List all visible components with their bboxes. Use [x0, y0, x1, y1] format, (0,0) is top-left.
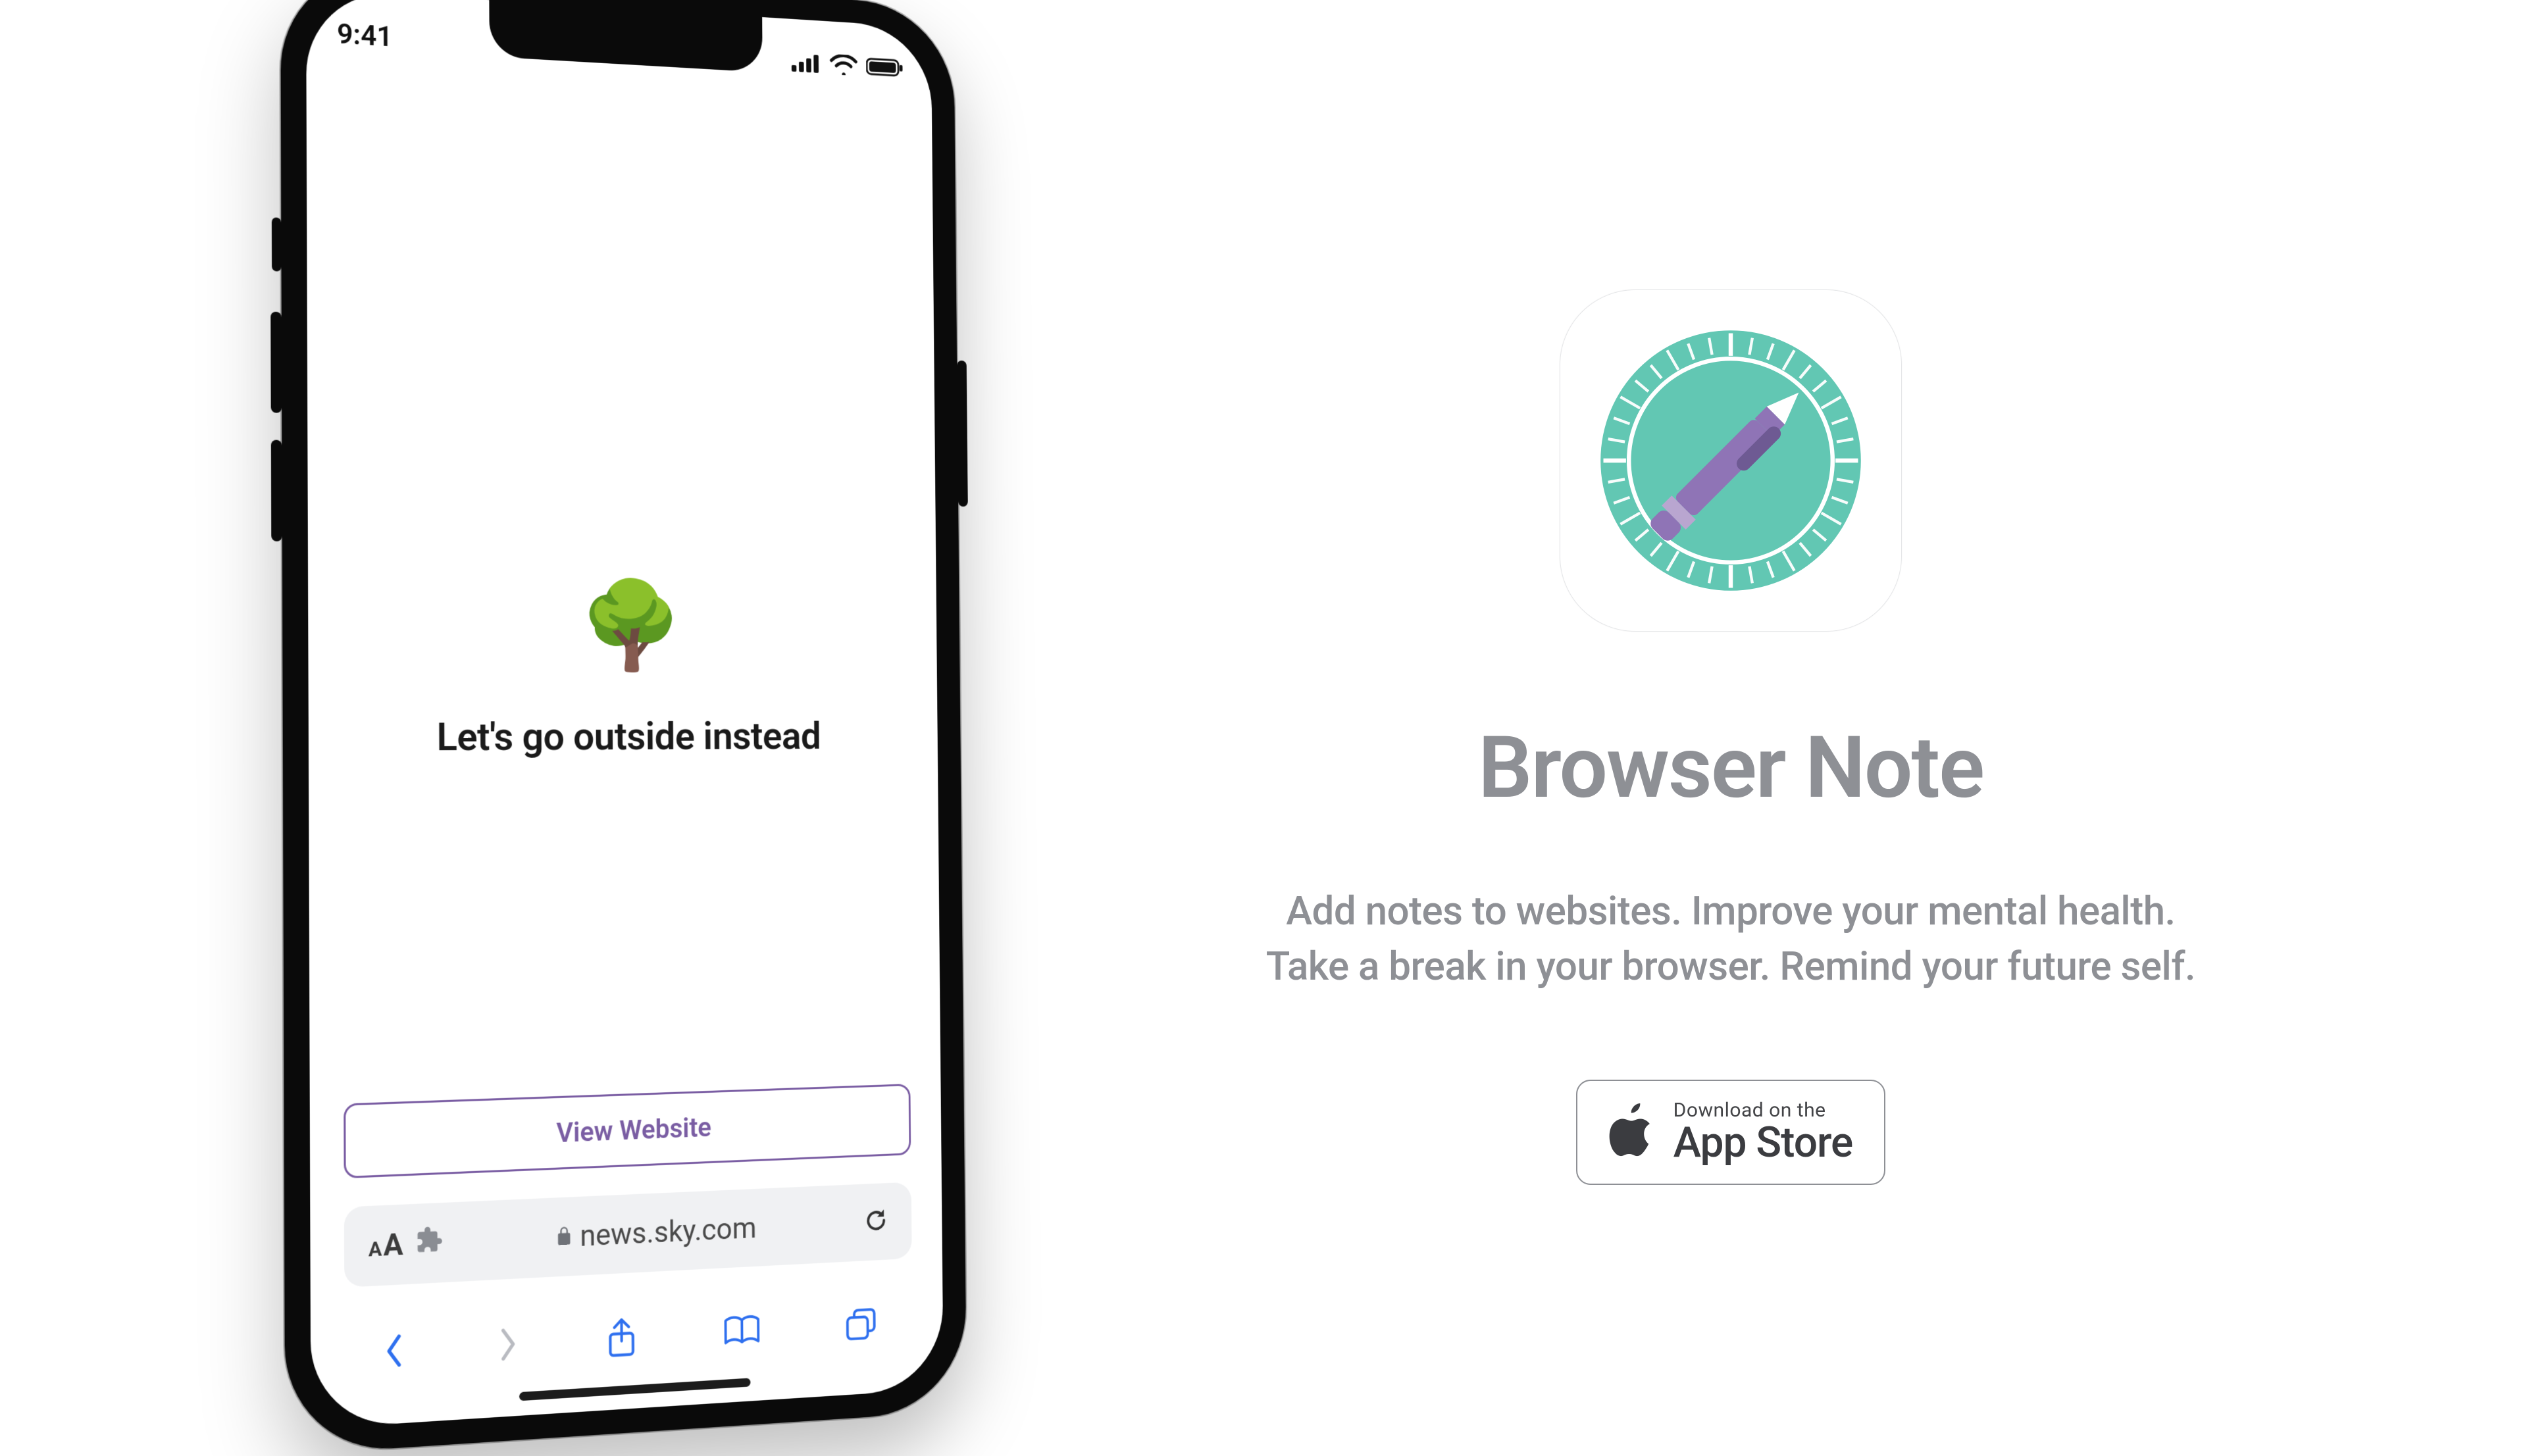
phone-body: 9:41 — [280, 0, 967, 1455]
tagline-line-2: Take a break in your browser. Remind you… — [1266, 939, 2195, 994]
app-icon — [1560, 289, 1902, 632]
note-area: 🌳 Let's go outside instead View Website — [306, 68, 941, 1196]
page-root: 9:41 — [0, 0, 2527, 1421]
phone-mockup: 9:41 — [280, 0, 967, 1455]
wifi-icon — [830, 54, 858, 76]
forward-icon — [494, 1324, 519, 1366]
volume-down-button — [271, 439, 282, 541]
page-content: 🌳 Let's go outside instead View Website … — [306, 68, 943, 1428]
status-time: 9:41 — [337, 18, 393, 54]
app-store-text: Download on the App Store — [1673, 1100, 1853, 1165]
marketing-column: Browser Note Add notes to websites. Impr… — [1237, 289, 2224, 1185]
extensions-icon[interactable] — [415, 1225, 444, 1261]
safari-chrome: AA news.sky.com — [310, 1169, 944, 1429]
address-bar[interactable]: AA news.sky.com — [344, 1182, 912, 1288]
volume-up-button — [270, 312, 282, 413]
cellular-icon — [792, 52, 821, 73]
home-indicator[interactable] — [519, 1378, 750, 1401]
mute-switch — [272, 217, 282, 271]
app-tagline: Add notes to websites. Improve your ment… — [1266, 884, 2195, 994]
phone-screen: 9:41 — [306, 0, 944, 1429]
bookmarks-icon[interactable] — [722, 1313, 763, 1349]
address-domain: news.sky.com — [443, 1205, 863, 1260]
apple-logo-icon — [1609, 1103, 1655, 1161]
tagline-line-1: Add notes to websites. Improve your ment… — [1266, 884, 2195, 939]
note-message: Let's go outside instead — [436, 715, 821, 761]
lock-icon — [555, 1219, 574, 1255]
compass-pen-icon — [1589, 319, 1872, 602]
app-title: Browser Note — [1478, 717, 1983, 818]
tabs-icon[interactable] — [844, 1305, 879, 1343]
address-domain-text: news.sky.com — [580, 1211, 757, 1253]
safari-toolbar — [311, 1284, 943, 1393]
battery-icon — [866, 57, 904, 77]
back-icon[interactable] — [382, 1330, 407, 1372]
reader-aa-icon[interactable]: AA — [369, 1227, 403, 1264]
power-button — [957, 361, 968, 507]
view-website-button[interactable]: View Website — [344, 1084, 911, 1178]
status-icons — [792, 49, 904, 78]
note-tree-icon: 🌳 — [579, 582, 683, 668]
reload-icon[interactable] — [863, 1205, 890, 1238]
app-store-badge[interactable]: Download on the App Store — [1576, 1080, 1885, 1185]
badge-line2: App Store — [1673, 1120, 1853, 1165]
view-website-label: View Website — [556, 1111, 711, 1148]
share-icon[interactable] — [605, 1316, 638, 1361]
